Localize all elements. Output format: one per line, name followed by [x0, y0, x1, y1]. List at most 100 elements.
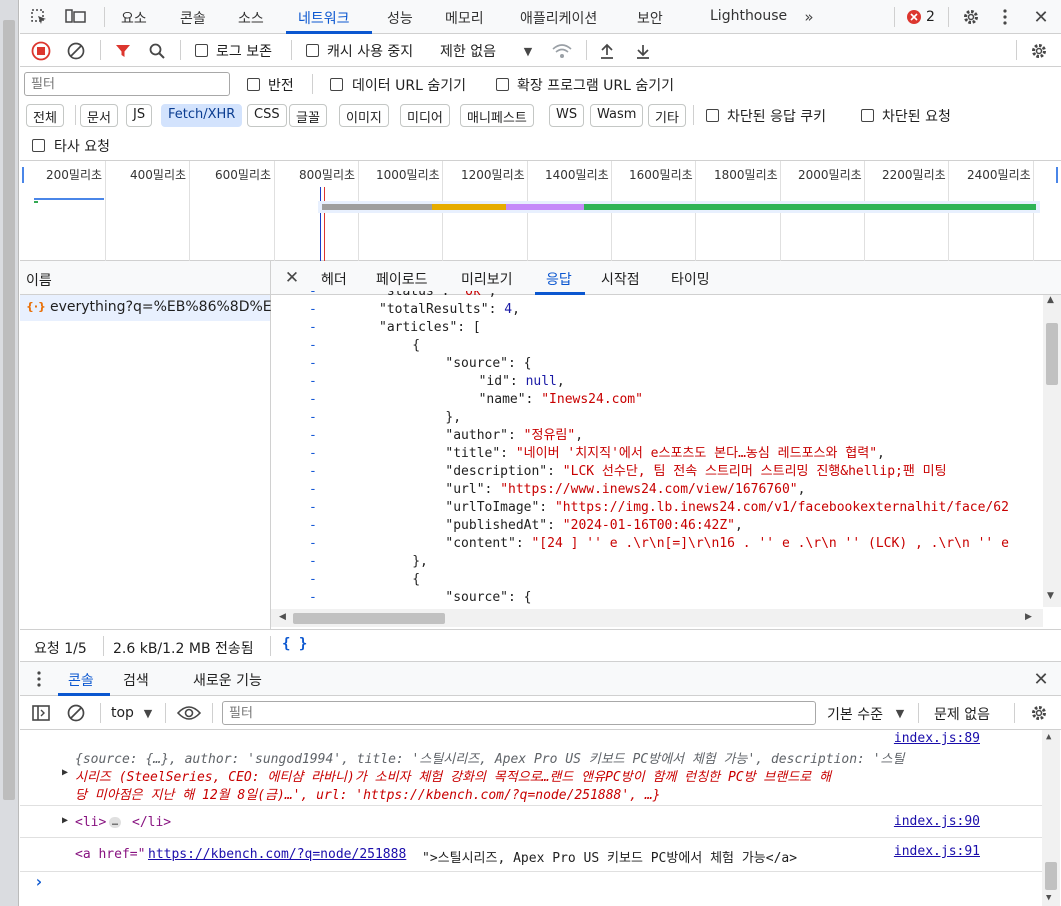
more-tabs-icon[interactable]: »: [800, 6, 818, 28]
console-filter-input[interactable]: [222, 701, 816, 725]
source-link[interactable]: index.js:89: [894, 731, 980, 746]
search-icon[interactable]: [146, 40, 168, 62]
collapsed-content[interactable]: …: [109, 817, 122, 828]
inspect-element-icon[interactable]: [28, 6, 50, 28]
console-toolbar: top ▼ 기본 수준 ▼ 문제 없음: [20, 696, 1061, 730]
page-scrollbar[interactable]: [0, 0, 19, 906]
clear-icon[interactable]: [65, 40, 87, 62]
response-body[interactable]: - "status": "ok", - "totalResults": 4, - "art…: [271, 291, 1061, 611]
type-chip-all[interactable]: 전체: [26, 104, 64, 127]
type-chip-wasm[interactable]: Wasm: [590, 104, 644, 127]
source-link[interactable]: index.js:91: [894, 844, 980, 859]
chevron-down-icon[interactable]: ▼: [520, 41, 536, 61]
tab-elements[interactable]: 요소: [121, 8, 147, 28]
li-open-tag[interactable]: <li>: [75, 815, 106, 830]
expand-triangle-icon[interactable]: ▶: [62, 767, 68, 778]
type-chip-doc[interactable]: 문서: [80, 104, 118, 127]
close-drawer-icon[interactable]: ✕: [1030, 668, 1052, 690]
tab-application[interactable]: 애플리케이션: [520, 8, 597, 28]
clear-console-icon[interactable]: [65, 702, 87, 724]
network-conditions-icon[interactable]: [550, 40, 574, 62]
source-link[interactable]: index.js:90: [894, 814, 980, 829]
type-chip-img[interactable]: 이미지: [339, 104, 389, 127]
request-row[interactable]: {·} everything?q=%EB%86%8D%E...: [20, 295, 285, 321]
sidebar-toggle-icon[interactable]: [30, 702, 52, 724]
expand-triangle-icon[interactable]: ▶: [62, 815, 68, 826]
response-vertical-scrollbar[interactable]: ▲ ▼: [1043, 295, 1061, 607]
issues-status[interactable]: 문제 없음: [934, 704, 990, 724]
console-prompt[interactable]: ›: [34, 872, 44, 891]
device-toolbar-icon[interactable]: [64, 6, 88, 28]
response-horizontal-scrollbar[interactable]: ◀ ▶: [271, 609, 1043, 627]
network-settings-icon[interactable]: [1028, 40, 1050, 62]
issues-count[interactable]: 2: [926, 9, 935, 25]
tab-timing[interactable]: 타이밍: [671, 269, 710, 289]
hide-data-urls-checkbox[interactable]: [330, 78, 343, 91]
console-scrollbar[interactable]: ▲ ▼: [1042, 730, 1060, 906]
close-details-icon[interactable]: ✕: [281, 267, 303, 289]
timeline-overview[interactable]: 200밀리초 400밀리초 600밀리초 800밀리초 1000밀리초 1200…: [20, 160, 1061, 261]
drawer-tab-console[interactable]: 콘솔: [68, 670, 94, 690]
third-party-label: 타사 요청: [54, 139, 110, 155]
invert-checkbox[interactable]: [247, 78, 260, 91]
hide-extension-urls-checkbox[interactable]: [496, 78, 509, 91]
tab-security[interactable]: 보안: [637, 8, 663, 28]
filter-icon[interactable]: [112, 40, 134, 62]
request-name[interactable]: everything?q=%EB%86%8D%E...: [50, 299, 285, 315]
disable-cache-checkbox[interactable]: [306, 44, 319, 57]
tab-console[interactable]: 콘솔: [180, 8, 206, 28]
type-chip-other[interactable]: 기타: [648, 104, 686, 127]
drawer-menu-icon[interactable]: [32, 668, 46, 690]
third-party-checkbox[interactable]: [32, 139, 45, 152]
type-chip-ws[interactable]: WS: [549, 104, 585, 127]
throttle-select[interactable]: 제한 없음: [440, 41, 496, 61]
tab-lighthouse[interactable]: Lighthouse: [710, 8, 787, 24]
timeline-right-handle[interactable]: [1056, 167, 1058, 183]
drawer-tab-search[interactable]: 검색: [123, 670, 149, 690]
blocked-requests-checkbox[interactable]: [861, 109, 874, 122]
tab-network[interactable]: 네트워크: [298, 8, 350, 28]
anchor-href-link[interactable]: https://kbench.com/?q=node/251888: [148, 847, 406, 862]
pretty-print-button[interactable]: { }: [282, 636, 307, 652]
object-preview-line[interactable]: 당 미아점은 지난 해 12월 8일(금)…', url: 'https://k…: [75, 784, 661, 803]
filter-input[interactable]: [24, 72, 230, 96]
close-devtools-icon[interactable]: ✕: [1030, 6, 1052, 28]
tab-sources[interactable]: 소스: [238, 8, 264, 28]
tab-response[interactable]: 응답: [546, 269, 572, 289]
page-scrollbar-thumb[interactable]: [3, 20, 15, 800]
tab-performance[interactable]: 성능: [387, 8, 413, 28]
drawer-tab-whats-new[interactable]: 새로운 기능: [193, 670, 262, 690]
stop-recording-icon[interactable]: [30, 40, 52, 62]
settings-gear-icon[interactable]: [960, 6, 982, 28]
live-expression-eye-icon[interactable]: [176, 702, 202, 724]
timeline-tick-label: 2400밀리초: [967, 168, 1031, 182]
object-preview-line[interactable]: {source: {…}, author: 'sungod1994', titl…: [75, 748, 904, 767]
tab-initiator[interactable]: 시작점: [601, 269, 640, 289]
tab-preview[interactable]: 미리보기: [461, 269, 513, 289]
type-chip-js[interactable]: JS: [126, 104, 153, 127]
type-chip-fetch-xhr[interactable]: Fetch/XHR: [161, 104, 243, 127]
type-chip-font[interactable]: 글꼴: [289, 104, 327, 127]
type-chip-media[interactable]: 미디어: [400, 104, 450, 127]
more-options-icon[interactable]: [998, 6, 1012, 28]
type-chip-manifest[interactable]: 매니페스트: [460, 104, 534, 127]
tab-payload[interactable]: 페이로드: [376, 269, 428, 289]
export-har-icon[interactable]: [632, 40, 654, 62]
timeline-left-handle[interactable]: [22, 167, 24, 183]
log-level-select[interactable]: 기본 수준: [827, 704, 883, 724]
blocked-cookies-checkbox[interactable]: [706, 109, 719, 122]
chevron-down-icon[interactable]: ▼: [141, 704, 155, 722]
import-har-icon[interactable]: [596, 40, 618, 62]
li-close-tag[interactable]: </li>: [132, 815, 171, 830]
object-preview-line[interactable]: 시리즈 (SteelSeries, CEO: 에티샴 라바니)가 소비자 체험 …: [75, 766, 831, 785]
preserve-log-checkbox[interactable]: [195, 44, 208, 57]
tab-headers[interactable]: 헤더: [321, 269, 347, 289]
name-column-header[interactable]: 이름: [26, 270, 52, 290]
console-settings-icon[interactable]: [1028, 702, 1050, 724]
context-selector[interactable]: top: [111, 705, 134, 721]
filter-row: 반전 데이터 URL 숨기기 확장 프로그램 URL 숨기기: [20, 67, 1061, 101]
chevron-down-icon[interactable]: ▼: [893, 704, 907, 722]
tab-memory[interactable]: 메모리: [445, 8, 484, 28]
type-chip-css[interactable]: CSS: [247, 104, 287, 127]
error-icon[interactable]: [906, 9, 922, 25]
